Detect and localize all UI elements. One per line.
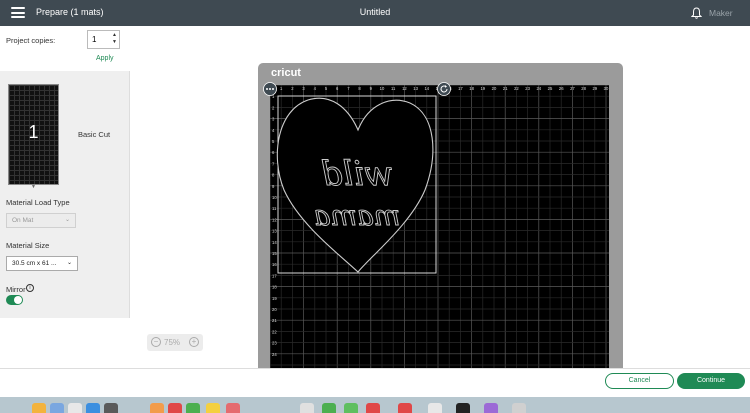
material-size-label: Material Size: [6, 241, 50, 250]
material-load-type-label: Material Load Type: [6, 198, 70, 207]
app-icon[interactable]: [32, 403, 46, 413]
continue-button[interactable]: Continue: [677, 373, 745, 389]
mirror-label: Mirror: [6, 285, 26, 294]
project-copies-label: Project copies:: [6, 36, 56, 45]
project-copies-input[interactable]: 1 ▲ ▼: [87, 30, 120, 49]
material-load-type-value: On Mat: [12, 217, 34, 224]
cricut-logo: cricut: [271, 67, 301, 79]
app-icon[interactable]: [206, 403, 220, 413]
app-icon[interactable]: [456, 403, 470, 413]
app-icon[interactable]: [104, 403, 118, 413]
material-size-select[interactable]: 30.5 cm x 61 ... ⌄: [6, 256, 78, 271]
mat-caret-icon: ▼: [31, 184, 36, 190]
top-bar: Prepare (1 mats) Untitled Maker: [0, 0, 750, 26]
app-icon[interactable]: [68, 403, 82, 413]
app-icon[interactable]: [428, 403, 442, 413]
zoom-in-icon[interactable]: +: [189, 337, 199, 347]
app-icon[interactable]: [366, 403, 380, 413]
bell-icon[interactable]: [691, 7, 702, 19]
app-icon[interactable]: [168, 403, 182, 413]
app-icon[interactable]: [484, 403, 498, 413]
left-panel-bottom: [0, 318, 130, 368]
chevron-down-icon: ⌄: [66, 260, 72, 266]
project-copies-value: 1: [92, 35, 97, 44]
app-icon[interactable]: [226, 403, 240, 413]
zoom-control: − 75% +: [147, 334, 203, 351]
more-options-icon[interactable]: [263, 82, 277, 96]
material-load-type-select: On Mat ⌄: [6, 213, 76, 228]
material-size-value: 30.5 cm x 61 ...: [12, 260, 57, 267]
chevron-down-icon: ⌄: [64, 217, 70, 223]
document-title: Untitled: [359, 7, 391, 17]
app-icon[interactable]: [50, 403, 64, 413]
design-text-line2: mama: [314, 199, 401, 232]
app-icon[interactable]: [86, 403, 100, 413]
app-icon[interactable]: [150, 403, 164, 413]
copies-stepper-icon[interactable]: ▲ ▼: [112, 32, 117, 46]
design-layer: wild mama: [276, 95, 437, 274]
design-text-line1: wild: [321, 154, 394, 194]
app-icon[interactable]: [398, 403, 412, 413]
zoom-level: 75%: [164, 338, 181, 347]
machine-label[interactable]: Maker: [709, 8, 733, 18]
mirror-toggle[interactable]: [6, 295, 23, 305]
app-icon[interactable]: [344, 403, 358, 413]
app-icon[interactable]: [300, 403, 314, 413]
cancel-button[interactable]: Cancel: [605, 373, 674, 389]
info-icon[interactable]: i: [26, 284, 34, 292]
mat-number: 1: [28, 122, 39, 142]
zoom-out-icon[interactable]: −: [151, 337, 161, 347]
app-icon[interactable]: [322, 403, 336, 413]
app-icon[interactable]: [512, 403, 526, 413]
rotate-icon[interactable]: [437, 82, 451, 96]
mat-label: Basic Cut: [78, 130, 111, 139]
app-icon[interactable]: [186, 403, 200, 413]
apply-button[interactable]: Apply: [96, 55, 114, 62]
